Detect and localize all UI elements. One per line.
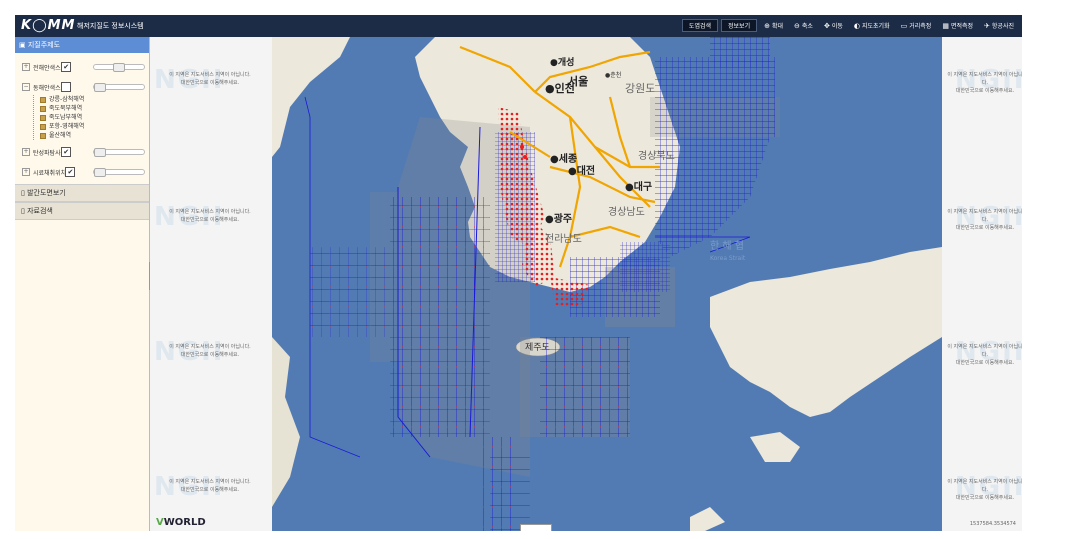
tool-label: 면적측정 [950, 23, 974, 30]
system-title: 해저지질도 정보시스템 [77, 22, 144, 30]
label-sejong: ●세종 [550, 152, 577, 165]
tool-buttons: 도엽검색 정보보기 ⊕ 확대 ⊖ 축소 ✥ 이동 ◐ 지도초기화 ▭ 거리측정 ▦ 면적측정 ✈ 항공사진 [681, 19, 1018, 32]
sublayer-item[interactable]: 강릉-삼척해역 [34, 95, 149, 104]
sublayer-label: 강릉-삼척해역 [49, 96, 85, 103]
sublayer-item[interactable]: 울산해역 [34, 131, 149, 140]
tool-label: 정보보기 [728, 23, 751, 30]
label-kaesong: ●개성 [550, 56, 574, 68]
layer-row: + 탄성파탐사도 ✔ [15, 144, 149, 160]
layer-swatch-icon [40, 132, 46, 139]
tool-button-7[interactable]: ▦ 면적측정 [938, 19, 977, 32]
label-gwangju: ●광주 [545, 213, 572, 225]
layer-checkbox[interactable]: ✔ [65, 167, 76, 177]
tool-button-6[interactable]: ▭ 거리측정 [897, 19, 936, 32]
label-chuncheon: ●춘천 [605, 71, 621, 79]
label-strait-ko: 한 해 협 [710, 239, 744, 252]
label-gyeongbuk: 경상북도 [638, 149, 675, 162]
sublayer-item[interactable]: 죽도남부해역 [34, 113, 149, 122]
tool-button-8[interactable]: ✈ 항공사진 [980, 19, 1018, 32]
slider-handle[interactable] [94, 148, 106, 157]
dense-grid-east-sea [655, 57, 775, 137]
sublayer-label: 포항-영해해역 [49, 123, 85, 130]
slider-handle[interactable] [94, 168, 106, 177]
map-scale-tab[interactable] [520, 524, 552, 531]
tool-label: 축소 [801, 23, 813, 30]
sublayer-label: 죽도남부해역 [49, 114, 83, 121]
opacity-slider[interactable] [93, 63, 145, 72]
top-toolbar: K◯MM 해저지질도 정보시스템 도엽검색 정보보기 ⊕ 확대 ⊖ 축소 ✥ 이동 ◐ 지도초기화… [15, 15, 1022, 37]
tool-icon: ✥ [823, 22, 830, 30]
tool-icon: ⊖ [794, 22, 800, 30]
sublayer-label: 죽도북부해역 [49, 105, 83, 112]
section-label: 발간도면보기 [27, 189, 66, 197]
label-gangwon: 강원도 [625, 82, 655, 95]
tool-label: 도엽검색 [688, 23, 712, 30]
label-jeonnam: 전라남도 [545, 233, 582, 245]
tool-icon: ⊕ [764, 22, 770, 30]
komm-logo[interactable]: K◯MM [21, 18, 76, 33]
tool-button-3[interactable]: ⊖ 축소 [790, 19, 817, 32]
layer-swatch-icon [40, 105, 46, 112]
folder-icon: ▣ [19, 41, 28, 49]
label-strait-en: Korea Strait [710, 255, 746, 262]
sidebar-sections: ▯ 발간도면보기 ▯ 자료검색 [15, 184, 149, 220]
sidebar-section-1[interactable]: ▯ 자료검색 [15, 202, 149, 220]
layer-row: + 시료채취위치도 ✔ [15, 164, 149, 180]
label-jeju: 제주도 [525, 342, 550, 353]
expand-toggle-icon[interactable]: + [22, 63, 30, 71]
layer-swatch-icon [40, 123, 46, 130]
tool-icon: ◐ [853, 22, 860, 30]
map-canvas[interactable]: ●개성 ●인천 서울 강원도 ●춘천 ●세종 ●대전 경상북도 ●대구 경상남도… [150, 37, 1022, 531]
tool-label: 이동 [831, 23, 843, 30]
map-view[interactable]: ●개성 ●인천 서울 강원도 ●춘천 ●세종 ●대전 경상북도 ●대구 경상남도… [150, 37, 1022, 531]
section-label: 자료검색 [27, 207, 53, 215]
expand-toggle-icon[interactable]: + [22, 168, 30, 176]
opacity-slider[interactable] [93, 168, 145, 177]
layer-row: + 전해안색스캠 ✔ [15, 59, 149, 75]
sidebar: ▣ 지질주제도 + 전해안색스캠 ✔ − 동해안색스캠 강릉-삼척해역죽도북부해역죽도남부… [15, 37, 150, 531]
label-seoul: 서울 [568, 74, 588, 88]
app-window: K◯MM 해저지질도 정보시스템 도엽검색 정보보기 ⊕ 확대 ⊖ 축소 ✥ 이동 ◐ 지도초기화… [15, 15, 1022, 531]
tool-label: 확대 [771, 23, 784, 30]
sidebar-header[interactable]: ▣ 지질주제도 [15, 37, 149, 53]
tool-label: 지도초기화 [861, 23, 890, 30]
slider-handle[interactable] [94, 83, 106, 92]
sublayer-item[interactable]: 포항-영해해역 [34, 122, 149, 131]
coordinate-readout: 1537584.3534574 [969, 521, 1016, 527]
vworld-logo: VWORLD [156, 517, 206, 528]
layer-checkbox[interactable]: ✔ [61, 62, 72, 72]
layer-checkbox[interactable]: ✔ [61, 147, 72, 157]
tool-button-2[interactable]: ⊕ 확대 [760, 19, 787, 32]
sublayer-list: 강릉-삼척해역죽도북부해역죽도남부해역포항-영해해역울산해역 [33, 95, 149, 140]
sublayer-label: 울산해역 [49, 132, 72, 139]
opacity-slider[interactable] [93, 83, 145, 92]
label-daegu: ●대구 [625, 180, 652, 193]
tool-icon: ▭ [900, 22, 908, 30]
layer-tree: + 전해안색스캠 ✔ − 동해안색스캠 강릉-삼척해역죽도북부해역죽도남부해역포항-영해해… [15, 53, 149, 184]
sidebar-title: 지질주제도 [27, 41, 61, 49]
layer-swatch-icon [40, 114, 46, 121]
expand-toggle-icon[interactable]: + [22, 148, 30, 156]
expand-toggle-icon[interactable]: − [22, 83, 30, 91]
tool-icon: ✈ [984, 22, 990, 30]
slider-handle[interactable] [113, 63, 125, 72]
tool-button-5[interactable]: ◐ 지도초기화 [850, 19, 894, 32]
sidebar-section-0[interactable]: ▯ 발간도면보기 [15, 184, 149, 202]
layer-swatch-icon [40, 96, 46, 103]
layer-row: − 동해안색스캠 [15, 79, 149, 95]
tool-icon: ▦ [942, 22, 949, 30]
tool-button-4[interactable]: ✥ 이동 [820, 19, 847, 32]
layer-checkbox[interactable] [61, 82, 72, 92]
sublayer-item[interactable]: 죽도북부해역 [34, 104, 149, 113]
tool-label: 항공사진 [991, 23, 1014, 30]
tool-label: 거리측정 [909, 23, 932, 30]
label-gyeongnam: 경상남도 [608, 205, 645, 218]
label-daejeon: ●대전 [568, 164, 595, 177]
tool-button-1[interactable]: 정보보기 [721, 19, 758, 32]
opacity-slider[interactable] [93, 148, 145, 157]
tool-button-0[interactable]: 도엽검색 [681, 19, 719, 32]
